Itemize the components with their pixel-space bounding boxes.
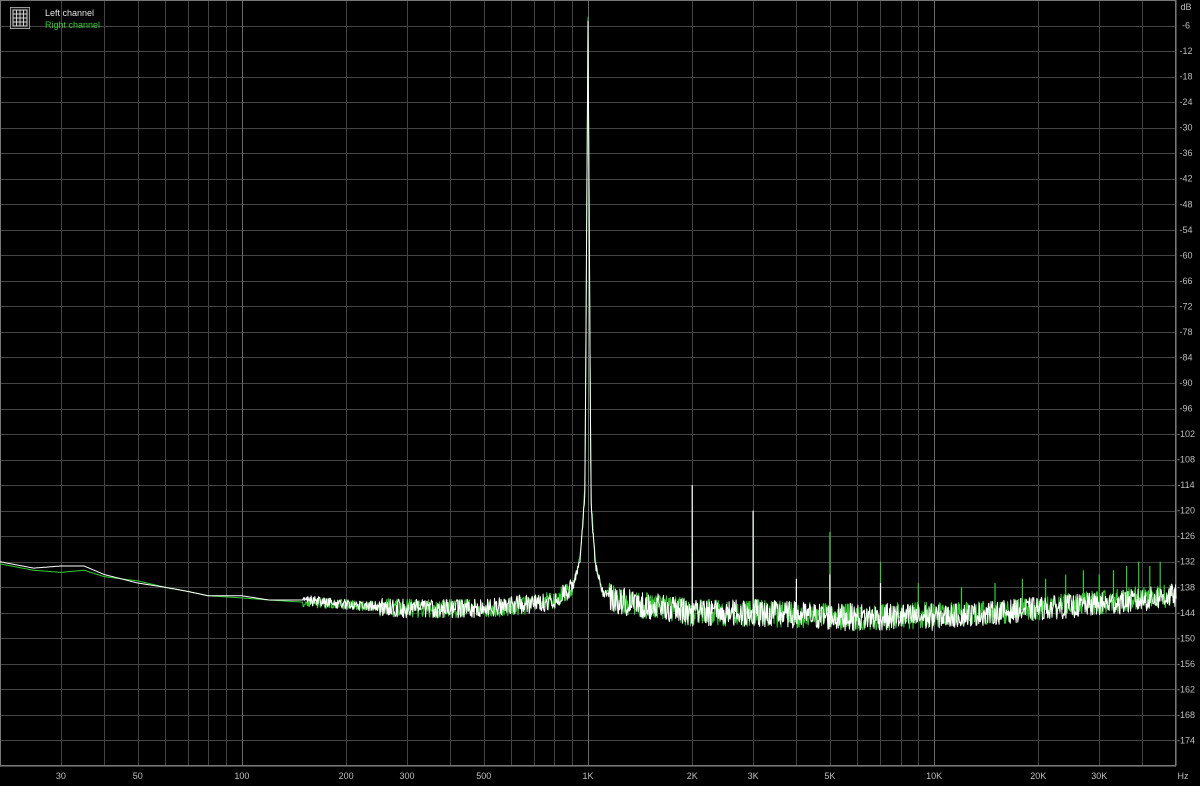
x-axis-label: Hz [1178,771,1189,781]
y-tick-label: -114 [1177,480,1194,490]
y-tick-labels: -6 -12 -18 -24 -30 -36 -42 -48 -54 -60 -66 -72 -78 -8… [1177,21,1195,746]
y-tick-label: -156 [1177,659,1195,669]
x-tick-label: 10K [926,771,942,781]
y-tick-label: -24 [1179,97,1192,107]
y-tick-label: -6 [1182,21,1190,31]
y-tick-label: -54 [1179,225,1192,235]
x-tick-label: 50 [133,771,143,781]
grid-icon[interactable] [10,7,30,29]
y-tick-label: -108 [1177,455,1195,465]
y-tick-label: -60 [1179,250,1192,260]
x-tick-label: 100 [234,771,249,781]
y-tick-label: -42 [1179,174,1192,184]
y-tick-label: -96 [1179,404,1192,414]
y-tick-label: -30 [1179,123,1192,133]
y-tick-label: -18 [1179,72,1192,82]
y-tick-label: -162 [1177,684,1195,694]
y-tick-label: -168 [1177,710,1195,720]
y-tick-label: -48 [1179,199,1192,209]
spectrum-chart: 30 50 100 200 300 500 1K 2K 3K 5K 10K 20K 30K -6-12-… [0,0,1200,786]
y-tick-label: -66 [1179,276,1192,286]
y-tick-label: -150 [1177,633,1195,643]
x-tick-label: 200 [339,771,354,781]
x-tick-label: 30 [56,771,66,781]
x-tick-label: 30K [1091,771,1107,781]
y-tick-label: -84 [1179,353,1192,363]
x-tick-label: 2K [687,771,698,781]
y-tick-label: -174 [1177,736,1195,746]
y-tick-label: -72 [1179,301,1192,311]
y-tick-label: -126 [1177,531,1195,541]
plot-background [0,0,1200,786]
y-tick-label: -36 [1179,148,1192,158]
y-tick-label: -12 [1179,46,1192,56]
y-tick-label: -78 [1179,327,1192,337]
legend-left-channel: Left channel [45,8,95,18]
legend-right-channel: Right channel [45,20,101,30]
x-tick-label: 5K [824,771,835,781]
x-tick-label: 500 [476,771,491,781]
y-tick-label: -144 [1177,608,1195,618]
x-tick-label: 300 [399,771,414,781]
y-axis-label: dB [1180,2,1191,12]
y-tick-label: -138 [1177,582,1195,592]
y-tick-label: -120 [1177,506,1195,516]
y-tick-label: -102 [1177,429,1195,439]
x-tick-label: 3K [748,771,759,781]
x-tick-label: 1K [582,771,593,781]
y-tick-label: -90 [1179,378,1192,388]
y-tick-label: -132 [1177,557,1195,567]
x-tick-label: 20K [1030,771,1046,781]
